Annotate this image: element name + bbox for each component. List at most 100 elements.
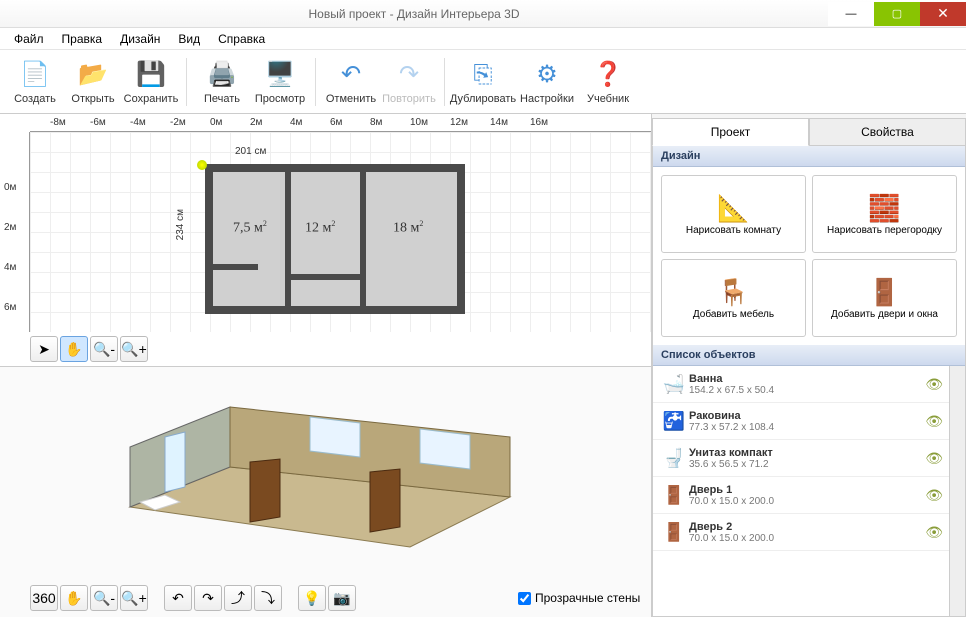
minimize-button[interactable]: — bbox=[828, 2, 874, 26]
redo-icon: ↷ bbox=[393, 59, 425, 91]
list-item[interactable]: 🚪 Дверь 2 70.0 x 15.0 x 200.0 👁 bbox=[653, 514, 949, 551]
zoom-in-icon: 🔍+ bbox=[121, 341, 147, 358]
zoom-out-icon: 🔍- bbox=[93, 341, 115, 358]
menu-file[interactable]: Файл bbox=[6, 30, 52, 48]
armchair-icon: 🪑 bbox=[717, 275, 749, 309]
panel-content: Дизайн 📐 Нарисовать комнату 🧱 Нарисовать… bbox=[652, 146, 966, 617]
door-item-icon: 🚪 bbox=[659, 481, 689, 509]
redo-button[interactable]: ↷ Повторить bbox=[380, 52, 438, 112]
transparent-walls-input[interactable] bbox=[518, 592, 531, 605]
monitor-icon: 🖥️ bbox=[264, 59, 296, 91]
undo-button[interactable]: ↶ Отменить bbox=[322, 52, 380, 112]
duplicate-icon: ⎘ bbox=[467, 59, 499, 91]
design-tools-grid: 📐 Нарисовать комнату 🧱 Нарисовать перего… bbox=[653, 167, 965, 345]
orbit-tool[interactable]: 360 bbox=[30, 585, 58, 611]
ruler-vertical: 0м 2м 4м 6м bbox=[0, 132, 30, 332]
add-doors-card[interactable]: 🚪 Добавить двери и окна bbox=[812, 259, 957, 337]
menu-view[interactable]: Вид bbox=[170, 30, 208, 48]
camera-tool[interactable]: 📷 bbox=[328, 585, 356, 611]
tutorial-button[interactable]: ❓ Учебник bbox=[579, 52, 637, 112]
titlebar: Новый проект - Дизайн Интерьера 3D — ▢ ✕ bbox=[0, 0, 966, 28]
preview-button[interactable]: 🖥️ Просмотр bbox=[251, 52, 309, 112]
plan-2d-view[interactable]: -8м -6м -4м -2м 0м 2м 4м 6м 8м 10м 12м 1… bbox=[0, 114, 651, 366]
create-button[interactable]: 📄 Создать bbox=[6, 52, 64, 112]
zoom-in-tool[interactable]: 🔍+ bbox=[120, 336, 148, 362]
settings-button[interactable]: ⚙ Настройки bbox=[515, 52, 579, 112]
list-item[interactable]: 🚰 Раковина 77.3 x 57.2 x 108.4 👁 bbox=[653, 403, 949, 440]
window-controls: — ▢ ✕ bbox=[828, 2, 966, 26]
help-icon: ❓ bbox=[592, 59, 624, 91]
pan-tool[interactable]: ✋ bbox=[60, 336, 88, 362]
door-item-icon: 🚪 bbox=[659, 518, 689, 546]
floorplan[interactable]: 7,5 м2 12 м2 18 м2 201 см 234 см bbox=[205, 164, 465, 314]
list-item[interactable]: 🛁 Ванна 154.2 x 67.5 x 50.4 👁 bbox=[653, 366, 949, 403]
objects-list[interactable]: 🛁 Ванна 154.2 x 67.5 x 50.4 👁 🚰 Раковина… bbox=[653, 366, 949, 616]
ruler-horizontal: -8м -6м -4м -2м 0м 2м 4м 6м 8м 10м 12м 1… bbox=[30, 114, 651, 132]
brick-wall-icon: 🧱 bbox=[868, 191, 900, 225]
add-furniture-card[interactable]: 🪑 Добавить мебель bbox=[661, 259, 806, 337]
light-toggle[interactable]: 💡 bbox=[298, 585, 326, 611]
plan3d-toolstrip: 360 ✋ 🔍- 🔍+ ↶ ↷ ⤴ ⤵ 💡 📷 Прозрачные стены bbox=[30, 585, 640, 611]
tab-properties[interactable]: Свойства bbox=[809, 118, 966, 146]
rotate-right[interactable]: ↷ bbox=[194, 585, 222, 611]
open-button[interactable]: 📂 Открыть bbox=[64, 52, 122, 112]
menu-edit[interactable]: Правка bbox=[54, 30, 111, 48]
list-item[interactable]: 🚽 Унитаз компакт 35.6 x 56.5 x 71.2 👁 bbox=[653, 440, 949, 477]
tilt-up[interactable]: ⤴ bbox=[224, 585, 252, 611]
select-tool[interactable]: ➤ bbox=[30, 336, 58, 362]
side-panel: Проект Свойства Дизайн 📐 Нарисовать комн… bbox=[652, 114, 966, 617]
visibility-toggle[interactable]: 👁 bbox=[925, 487, 943, 504]
objects-scrollbar[interactable] bbox=[949, 366, 965, 616]
pan3d-tool[interactable]: ✋ bbox=[60, 585, 88, 611]
door-icon: 🚪 bbox=[868, 275, 900, 309]
dimension-width: 201 см bbox=[235, 146, 266, 157]
transparent-walls-checkbox[interactable]: Прозрачные стены bbox=[518, 591, 640, 605]
visibility-toggle[interactable]: 👁 bbox=[925, 376, 943, 393]
print-button[interactable]: 🖨️ Печать bbox=[193, 52, 251, 112]
rotate-left[interactable]: ↶ bbox=[164, 585, 192, 611]
floppy-icon: 💾 bbox=[135, 59, 167, 91]
isometric-render bbox=[110, 387, 530, 567]
draw-partition-card[interactable]: 🧱 Нарисовать перегородку bbox=[812, 175, 957, 253]
draw-room-card[interactable]: 📐 Нарисовать комнату bbox=[661, 175, 806, 253]
zoom-in-3d[interactable]: 🔍+ bbox=[120, 585, 148, 611]
editor-area: -8м -6м -4м -2м 0м 2м 4м 6м 8м 10м 12м 1… bbox=[0, 114, 652, 617]
zoom-out-3d[interactable]: 🔍- bbox=[90, 585, 118, 611]
dimension-height: 234 см bbox=[175, 209, 186, 240]
folder-open-icon: 📂 bbox=[77, 59, 109, 91]
toolbar-separator bbox=[186, 58, 187, 106]
maximize-button[interactable]: ▢ bbox=[874, 2, 920, 26]
side-tabs: Проект Свойства bbox=[652, 118, 966, 146]
undo-icon: ↶ bbox=[335, 59, 367, 91]
main-area: -8м -6м -4м -2м 0м 2м 4м 6м 8м 10м 12м 1… bbox=[0, 114, 966, 617]
tab-project[interactable]: Проект bbox=[652, 118, 809, 146]
visibility-toggle[interactable]: 👁 bbox=[925, 413, 943, 430]
selection-handle[interactable] bbox=[197, 160, 207, 170]
toolbar-separator bbox=[315, 58, 316, 106]
pencil-ruler-icon: 📐 bbox=[717, 191, 749, 225]
section-objects-header: Список объектов bbox=[653, 345, 965, 366]
duplicate-button[interactable]: ⎘ Дублировать bbox=[451, 52, 515, 112]
printer-icon: 🖨️ bbox=[206, 59, 238, 91]
list-item[interactable]: 🚪 Дверь 1 70.0 x 15.0 x 200.0 👁 bbox=[653, 477, 949, 514]
document-new-icon: 📄 bbox=[19, 59, 51, 91]
main-toolbar: 📄 Создать 📂 Открыть 💾 Сохранить 🖨️ Печат… bbox=[0, 50, 966, 114]
window-title: Новый проект - Дизайн Интерьера 3D bbox=[0, 7, 828, 21]
plan2d-toolstrip: ➤ ✋ 🔍- 🔍+ bbox=[30, 336, 148, 362]
plan-3d-view[interactable]: 360 ✋ 🔍- 🔍+ ↶ ↷ ⤴ ⤵ 💡 📷 Прозрачные стены bbox=[0, 366, 651, 617]
toolbar-separator bbox=[444, 58, 445, 106]
menu-help[interactable]: Справка bbox=[210, 30, 273, 48]
section-design-header: Дизайн bbox=[653, 146, 965, 167]
menu-design[interactable]: Дизайн bbox=[112, 30, 168, 48]
zoom-out-tool[interactable]: 🔍- bbox=[90, 336, 118, 362]
menubar: Файл Правка Дизайн Вид Справка bbox=[0, 28, 966, 50]
close-button[interactable]: ✕ bbox=[920, 2, 966, 26]
visibility-toggle[interactable]: 👁 bbox=[925, 524, 943, 541]
bathtub-icon: 🛁 bbox=[659, 370, 689, 398]
save-button[interactable]: 💾 Сохранить bbox=[122, 52, 180, 112]
tilt-down[interactable]: ⤵ bbox=[254, 585, 282, 611]
sink-icon: 🚰 bbox=[659, 407, 689, 435]
gear-icon: ⚙ bbox=[531, 59, 563, 91]
visibility-toggle[interactable]: 👁 bbox=[925, 450, 943, 467]
toilet-icon: 🚽 bbox=[659, 444, 689, 472]
